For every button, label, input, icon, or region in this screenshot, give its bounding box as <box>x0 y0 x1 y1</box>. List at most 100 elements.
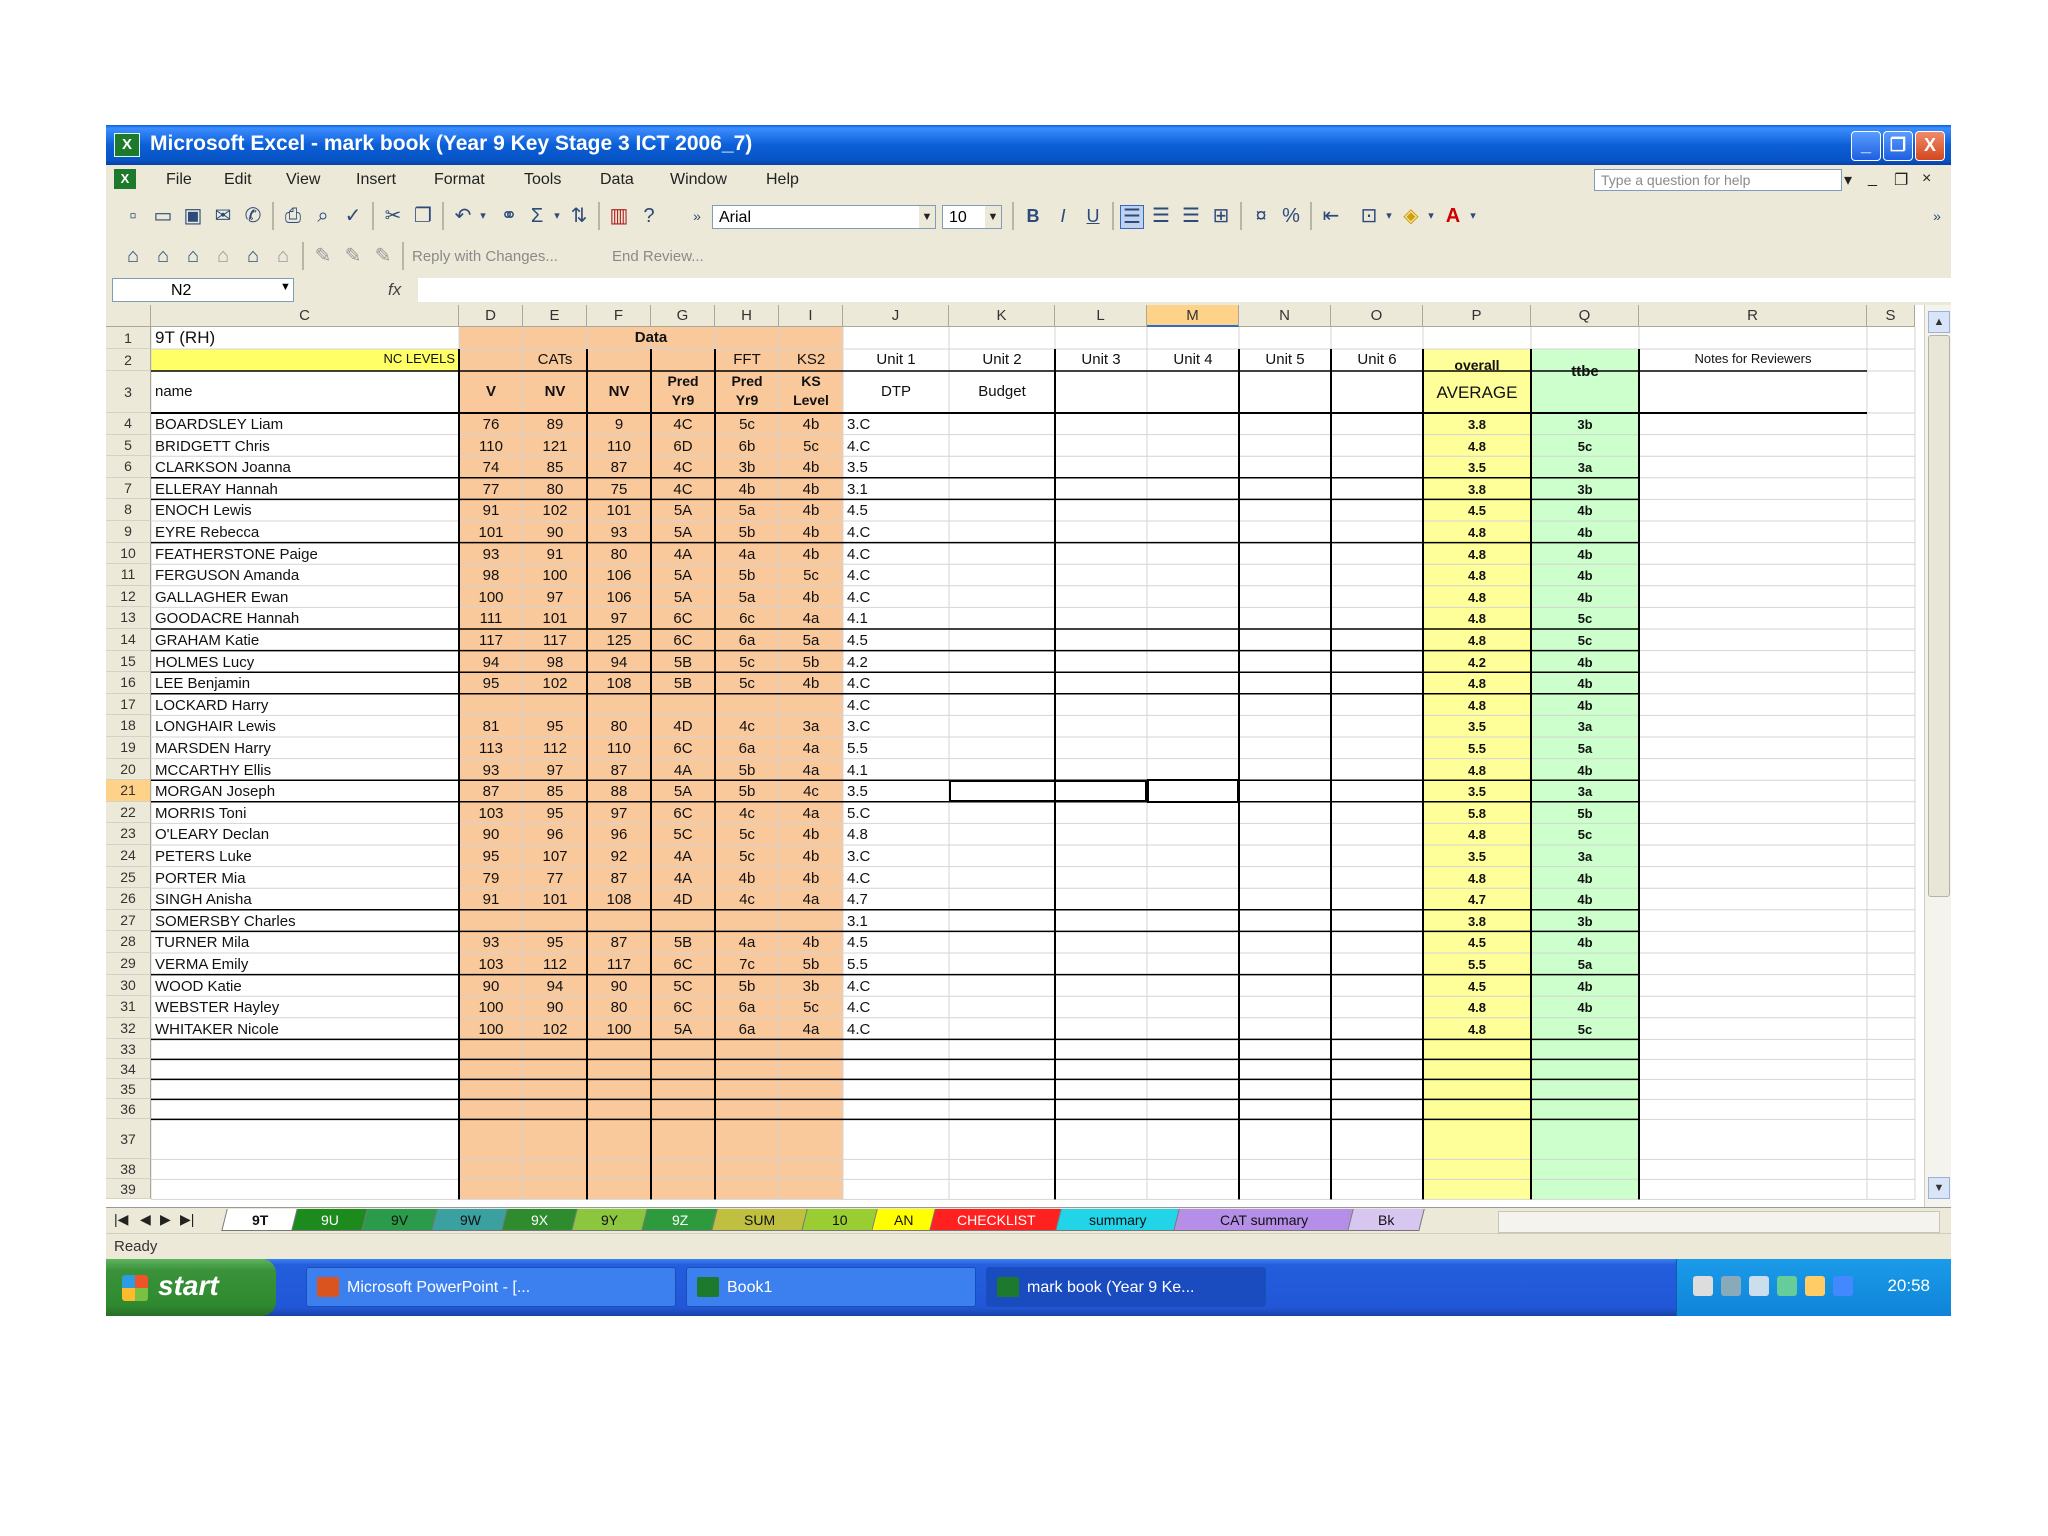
formula-input[interactable] <box>418 278 1951 302</box>
unit1-level-cell[interactable]: 4.5 <box>847 501 947 521</box>
worksheet-grid[interactable]: C D E F G H I J K L M N O P Q R S 1 2 3 4 5 6 7 8 9 10 11 12 13 14 15 16… <box>106 305 1951 1207</box>
sheet-tab[interactable]: CHECKLIST <box>929 1209 1063 1231</box>
cat-score-cell[interactable]: 97 <box>587 609 651 629</box>
student-name-cell[interactable]: MARSDEN Harry <box>155 739 455 759</box>
name-box[interactable]: N2 <box>112 278 294 302</box>
cat-score-cell[interactable]: 103 <box>459 955 523 975</box>
fft-level-cell[interactable] <box>715 696 779 716</box>
unit1-level-cell[interactable]: 3.C <box>847 415 947 435</box>
open-icon[interactable]: ▭ <box>152 205 174 227</box>
pred-level-cell[interactable]: 5B <box>651 933 715 953</box>
pred-level-cell[interactable]: 4C <box>651 415 715 435</box>
ks2-level-cell[interactable]: 5c <box>779 566 843 586</box>
fft-level-cell[interactable]: 4a <box>715 545 779 565</box>
cat-score-cell[interactable]: 90 <box>459 825 523 845</box>
student-name-cell[interactable]: VERMA Emily <box>155 955 455 975</box>
ks2-level-cell[interactable]: 4a <box>779 609 843 629</box>
cat-score-cell[interactable]: 101 <box>587 501 651 521</box>
cat-score-cell[interactable]: 92 <box>587 847 651 867</box>
row-header[interactable]: 1 <box>106 327 151 349</box>
chart-wizard-icon[interactable]: ▥ <box>608 205 630 227</box>
align-left-icon[interactable]: ☰ <box>1120 205 1144 229</box>
cat-score-cell[interactable] <box>523 696 587 716</box>
student-name-cell[interactable]: PETERS Luke <box>155 847 455 867</box>
unit-header-cell[interactable]: Unit 5 <box>1239 351 1331 371</box>
cat-score-cell[interactable]: 110 <box>459 437 523 457</box>
row-header[interactable]: 26 <box>106 888 151 910</box>
cat-score-cell[interactable]: 9 <box>587 415 651 435</box>
pred-level-cell[interactable] <box>651 912 715 932</box>
print-preview-icon[interactable]: ⌕ <box>312 205 334 227</box>
unit1-level-cell[interactable]: 4.1 <box>847 609 947 629</box>
cat-score-cell[interactable]: 94 <box>587 653 651 673</box>
overall-average-cell[interactable]: 5.5 <box>1423 739 1531 759</box>
row-header[interactable]: 31 <box>106 996 151 1018</box>
pred-level-cell[interactable]: 6C <box>651 631 715 651</box>
overall-average-cell[interactable]: 4.5 <box>1423 933 1531 953</box>
unit1-level-cell[interactable]: 5.5 <box>847 955 947 975</box>
overall-average-cell[interactable]: 4.2 <box>1423 653 1531 673</box>
row-header[interactable]: 36 <box>106 1099 151 1120</box>
menu-help[interactable]: Help <box>766 171 799 189</box>
borders-dropdown-icon[interactable]: ▾ <box>1378 205 1400 227</box>
overall-average-cell[interactable]: 4.8 <box>1423 1020 1531 1040</box>
row-header[interactable]: 11 <box>106 564 151 586</box>
tray-icon[interactable] <box>1833 1276 1853 1296</box>
unit1-level-cell[interactable]: 3.5 <box>847 458 947 478</box>
overall-average-cell[interactable]: 3.5 <box>1423 458 1531 478</box>
fft-level-cell[interactable]: 6a <box>715 631 779 651</box>
last-sheet-button[interactable]: ▶| <box>180 1211 194 1228</box>
row-header[interactable]: 29 <box>106 953 151 975</box>
cat-score-cell[interactable]: 100 <box>523 566 587 586</box>
email-icon[interactable]: ✆ <box>242 205 264 227</box>
student-name-cell[interactable]: MORGAN Joseph <box>155 782 455 802</box>
name-header-cell[interactable]: name <box>155 383 355 403</box>
fft-level-cell[interactable]: 4c <box>715 804 779 824</box>
student-name-cell[interactable]: EYRE Rebecca <box>155 523 455 543</box>
row-header[interactable]: 10 <box>106 542 151 565</box>
fft-level-cell[interactable]: 5b <box>715 977 779 997</box>
subheader-line1[interactable]: KS <box>779 373 843 392</box>
cat-score-cell[interactable]: 95 <box>523 804 587 824</box>
menu-window[interactable]: Window <box>670 171 727 189</box>
row-header[interactable]: 6 <box>106 456 151 478</box>
cat-score-cell[interactable] <box>587 912 651 932</box>
row-header[interactable]: 13 <box>106 607 151 629</box>
unit1-level-cell[interactable]: 4.C <box>847 545 947 565</box>
row-header[interactable]: 4 <box>106 413 151 435</box>
fft-level-cell[interactable]: 6c <box>715 609 779 629</box>
target-level-cell[interactable]: 5b <box>1531 804 1639 824</box>
fft-level-cell[interactable]: 6a <box>715 998 779 1018</box>
print-icon[interactable]: ⎙ <box>282 205 304 227</box>
pred-level-cell[interactable]: 5A <box>651 566 715 586</box>
font-color-icon[interactable]: A <box>1442 205 1464 227</box>
fft-level-cell[interactable]: 5b <box>715 782 779 802</box>
sheet-tab[interactable]: SUM <box>711 1209 809 1231</box>
ks2-level-cell[interactable]: 5b <box>779 955 843 975</box>
align-center-icon[interactable]: ☰ <box>1150 205 1172 227</box>
fft-header-cell[interactable]: FFT <box>715 351 779 371</box>
toolbar-options-icon[interactable]: » <box>1926 205 1948 227</box>
target-level-cell[interactable]: 5c <box>1531 1020 1639 1040</box>
ks2-level-cell[interactable]: 4b <box>779 933 843 953</box>
overall-average-cell[interactable]: 4.8 <box>1423 566 1531 586</box>
borders-icon[interactable]: ⊡ <box>1358 205 1380 227</box>
sheet-tab[interactable]: 9Y <box>571 1209 649 1231</box>
tray-icon[interactable] <box>1805 1276 1825 1296</box>
target-level-cell[interactable]: 5c <box>1531 631 1639 651</box>
scroll-up-icon[interactable]: ▲ <box>1928 311 1950 333</box>
folder-icon[interactable]: ⌂ <box>182 245 204 267</box>
cat-score-cell[interactable]: 112 <box>523 739 587 759</box>
ks2-level-cell[interactable]: 4a <box>779 804 843 824</box>
unit1-level-cell[interactable]: 3.5 <box>847 782 947 802</box>
ks2-level-cell[interactable] <box>779 696 843 716</box>
unit1-level-cell[interactable]: 4.C <box>847 1020 947 1040</box>
cat-score-cell[interactable]: 100 <box>459 1020 523 1040</box>
tray-icon[interactable] <box>1777 1276 1797 1296</box>
row-header[interactable]: 37 <box>106 1119 151 1160</box>
target-header-cell[interactable]: ttbe <box>1531 363 1639 383</box>
workbook-icon[interactable]: X <box>114 169 136 189</box>
ks2-level-cell[interactable]: 4b <box>779 501 843 521</box>
reply-with-changes-button[interactable]: Reply with Changes... <box>412 248 558 265</box>
cat-score-cell[interactable]: 96 <box>587 825 651 845</box>
